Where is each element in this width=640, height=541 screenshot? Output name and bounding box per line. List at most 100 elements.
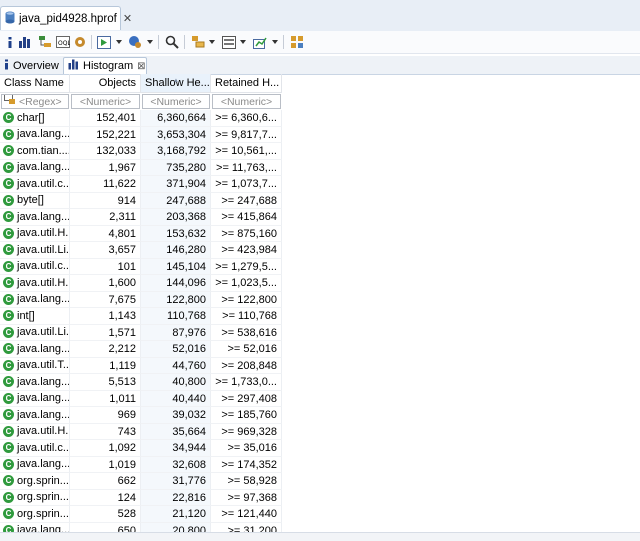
histogram-icon[interactable] bbox=[17, 34, 33, 50]
shallow-heap-cell: 21,120 bbox=[141, 506, 211, 523]
export-icon[interactable] bbox=[252, 34, 268, 50]
shallow-heap-cell: 371,904 bbox=[141, 176, 211, 193]
table-row[interactable]: Cjava.util.H... 1,600 144,096 >= 1,023,5... bbox=[0, 275, 282, 292]
class-name-cell: Cjava.lang.... bbox=[0, 407, 70, 424]
shallow-heap-filter-input[interactable]: <Numeric> bbox=[142, 94, 210, 109]
column-header-retained-heap[interactable]: Retained H... bbox=[211, 74, 282, 93]
chevron-down-icon[interactable] bbox=[116, 40, 122, 44]
table-row[interactable]: Cjava.lang.... 5,513 40,800 >= 1,733,0... bbox=[0, 374, 282, 391]
retained-heap-cell: >= 538,616 bbox=[211, 324, 282, 341]
table-row[interactable]: Corg.sprin... 662 31,776 >= 58,928 bbox=[0, 473, 282, 490]
tab-overview[interactable]: Overview bbox=[0, 57, 62, 74]
retained-heap-cell: >= 31,200 bbox=[211, 522, 282, 532]
heap-dump-overview-icon[interactable] bbox=[289, 34, 305, 50]
retained-heap-cell: >= 9,817,7... bbox=[211, 126, 282, 143]
class-name-text: java.lang.... bbox=[17, 128, 70, 140]
table-row[interactable]: Cjava.util.Li... 1,571 87,976 >= 538,616 bbox=[0, 324, 282, 341]
class-icon: C bbox=[3, 161, 14, 173]
table-row[interactable]: Cjava.lang.... 2,212 52,016 >= 52,016 bbox=[0, 341, 282, 358]
shallow-heap-cell: 87,976 bbox=[141, 324, 211, 341]
table-body: Cchar[] 152,401 6,360,664 >= 6,360,6... Cja… bbox=[0, 110, 282, 532]
retained-heap-cell: >= 1,279,5... bbox=[211, 258, 282, 275]
class-name-cell: Corg.sprin... bbox=[0, 506, 70, 523]
class-name-text: byte[] bbox=[17, 194, 44, 206]
table-row[interactable]: Corg.sprin... 528 21,120 >= 121,440 bbox=[0, 506, 282, 523]
column-header-shallow-heap[interactable]: ▲ Shallow He... bbox=[141, 74, 211, 93]
class-icon: C bbox=[3, 227, 14, 239]
class-name-cell: Cjava.lang.... bbox=[0, 126, 70, 143]
retained-heap-filter-input[interactable]: <Numeric> bbox=[212, 94, 281, 109]
shallow-heap-cell: 22,816 bbox=[141, 489, 211, 506]
table-row[interactable]: Cjava.util.H... 4,801 153,632 >= 875,160 bbox=[0, 225, 282, 242]
class-name-text: java.lang.... bbox=[17, 375, 70, 388]
close-icon[interactable]: ✕ bbox=[123, 12, 132, 25]
table-row[interactable]: Cjava.lang.... 7,675 122,800 >= 122,800 bbox=[0, 291, 282, 308]
table-row[interactable]: Cjava.lang.... 650 20,800 >= 31,200 bbox=[0, 522, 282, 532]
table-row[interactable]: Ccom.tian.... 132,033 3,168,792 >= 10,561,.… bbox=[0, 143, 282, 160]
class-name-cell: Cjava.util.c... bbox=[0, 176, 70, 193]
table-row[interactable]: Cjava.lang.... 969 39,032 >= 185,760 bbox=[0, 407, 282, 424]
class-name-text: java.lang.... bbox=[17, 458, 70, 470]
class-name-filter-input[interactable]: <Regex> bbox=[1, 94, 69, 109]
column-header-class-name[interactable]: Class Name bbox=[0, 74, 70, 93]
objects-cell: 650 bbox=[70, 522, 141, 532]
table-row[interactable]: Cbyte[] 914 247,688 >= 247,688 bbox=[0, 192, 282, 209]
column-header-objects[interactable]: Objects bbox=[70, 74, 141, 93]
oql-icon[interactable]: OQL bbox=[55, 34, 71, 50]
table-row[interactable]: Cjava.util.Li... 3,657 146,280 >= 423,984 bbox=[0, 242, 282, 259]
shallow-heap-cell: 44,760 bbox=[141, 357, 211, 374]
calculate-sizes-icon[interactable] bbox=[221, 34, 237, 50]
chevron-down-icon[interactable] bbox=[272, 40, 278, 44]
retained-heap-cell: >= 174,352 bbox=[211, 456, 282, 473]
tab-histogram-label: Histogram bbox=[83, 60, 134, 72]
chevron-down-icon[interactable] bbox=[209, 40, 215, 44]
run-report-icon[interactable] bbox=[96, 34, 112, 50]
shallow-heap-cell: 40,800 bbox=[141, 374, 211, 391]
class-name-text: char[] bbox=[17, 111, 45, 124]
objects-cell: 1,600 bbox=[70, 275, 141, 292]
shallow-heap-cell: 32,608 bbox=[141, 456, 211, 473]
class-name-cell: Cjava.lang.... bbox=[0, 291, 70, 308]
class-name-text: java.lang.... bbox=[17, 210, 70, 223]
info-icon bbox=[4, 59, 9, 73]
tab-histogram[interactable]: Histogram ⊠ bbox=[63, 57, 147, 74]
chevron-down-icon[interactable] bbox=[240, 40, 246, 44]
class-name-cell: Cjava.util.c... bbox=[0, 258, 70, 275]
query-browser-icon[interactable] bbox=[127, 34, 143, 50]
info-icon[interactable] bbox=[2, 34, 18, 50]
table-row[interactable]: Cjava.util.c... 11,622 371,904 >= 1,073,7..… bbox=[0, 176, 282, 193]
retained-heap-cell: >= 185,760 bbox=[211, 407, 282, 424]
gear-icon[interactable] bbox=[72, 34, 88, 50]
table-row[interactable]: Cjava.lang.... 1,011 40,440 >= 297,408 bbox=[0, 390, 282, 407]
table-row[interactable]: Cjava.util.T... 1,119 44,760 >= 208,848 bbox=[0, 357, 282, 374]
table-row[interactable]: Cjava.util.c... 101 145,104 >= 1,279,5... bbox=[0, 258, 282, 275]
objects-cell: 101 bbox=[70, 258, 141, 275]
group-by-icon[interactable] bbox=[190, 34, 206, 50]
class-icon: C bbox=[3, 128, 14, 140]
table-row[interactable]: Cjava.lang.... 152,221 3,653,304 >= 9,817,7… bbox=[0, 126, 282, 143]
dominator-tree-icon[interactable] bbox=[37, 34, 53, 50]
shallow-heap-cell: 20,800 bbox=[141, 522, 211, 532]
class-icon: C bbox=[3, 310, 14, 322]
class-icon: C bbox=[3, 392, 14, 404]
table-row[interactable]: Cjava.util.H... 743 35,664 >= 969,328 bbox=[0, 423, 282, 440]
table-row[interactable]: Cchar[] 152,401 6,360,664 >= 6,360,6... bbox=[0, 110, 282, 127]
retained-heap-cell: >= 122,800 bbox=[211, 291, 282, 308]
table-row[interactable]: Cjava.util.c... 1,092 34,944 >= 35,016 bbox=[0, 440, 282, 457]
search-icon[interactable] bbox=[164, 34, 180, 50]
class-name-cell: Cjava.lang.... bbox=[0, 390, 70, 407]
table-row[interactable]: Corg.sprin... 124 22,816 >= 97,368 bbox=[0, 489, 282, 506]
table-row[interactable]: Cint[] 1,143 110,768 >= 110,768 bbox=[0, 308, 282, 325]
table-row[interactable]: Cjava.lang.... 1,019 32,608 >= 174,352 bbox=[0, 456, 282, 473]
chevron-down-icon[interactable] bbox=[147, 40, 153, 44]
close-icon[interactable]: ⊠ bbox=[137, 61, 145, 72]
editor-tab-heap-dump[interactable]: java_pid4928.hprof ✕ bbox=[0, 6, 132, 30]
table-row[interactable]: Cjava.lang.... 2,311 203,368 >= 415,864 bbox=[0, 209, 282, 226]
class-icon: C bbox=[3, 194, 14, 206]
class-icon: C bbox=[3, 425, 14, 437]
table-row[interactable]: Cjava.lang.... 1,967 735,280 >= 11,763,... bbox=[0, 159, 282, 176]
shallow-heap-cell: 144,096 bbox=[141, 275, 211, 292]
objects-cell: 2,212 bbox=[70, 341, 141, 358]
class-name-text: java.lang.... bbox=[17, 342, 70, 355]
objects-filter-input[interactable]: <Numeric> bbox=[71, 94, 140, 109]
